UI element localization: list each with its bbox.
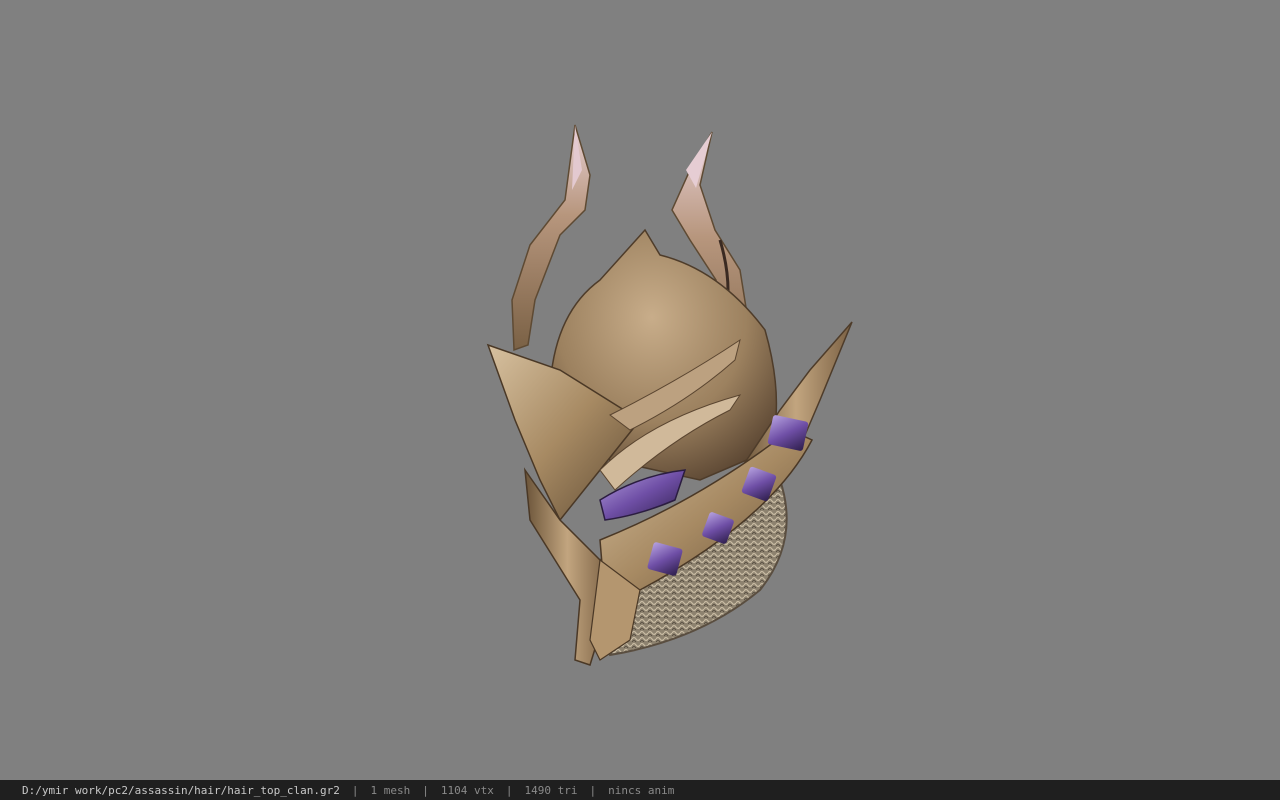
helmet-model-render[interactable] [0, 0, 1280, 780]
model-viewer-window: D:/ymir work/pc2/assassin/hair/hair_top_… [0, 0, 1280, 800]
status-separator: | [422, 783, 429, 797]
vertex-count-label: 1104 vtx [440, 783, 494, 797]
mesh-count-label: 1 mesh [370, 783, 411, 797]
status-separator: | [351, 783, 359, 797]
triangle-count-label: 1490 tri [524, 783, 578, 797]
anim-status-label: nincs anim [608, 783, 675, 797]
status-separator: | [589, 783, 597, 797]
3d-viewport[interactable] [0, 0, 1280, 780]
status-separator: | [505, 783, 513, 797]
status-bar: D:/ymir work/pc2/assassin/hair/hair_top_… [0, 780, 1280, 800]
file-path-label: D:/ymir work/pc2/assassin/hair/hair_top_… [22, 783, 340, 797]
